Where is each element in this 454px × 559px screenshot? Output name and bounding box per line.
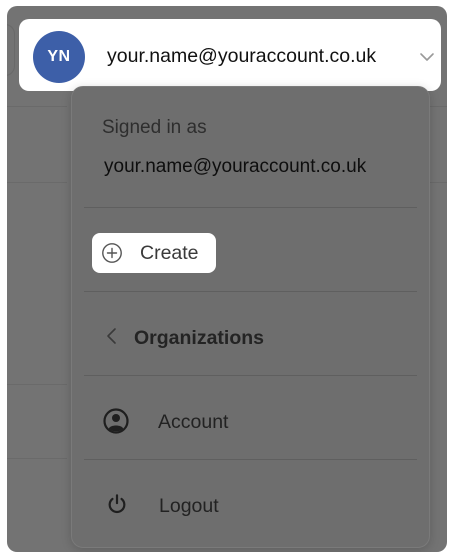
background-divider — [7, 182, 67, 183]
user-circle-icon — [103, 408, 129, 434]
screen-frame: YN your.name@youraccount.co.uk Signed in… — [7, 6, 447, 552]
create-label: Create — [140, 242, 199, 264]
menu-item-account[interactable]: Account — [84, 391, 417, 451]
menu-divider — [84, 375, 417, 376]
signed-in-email: your.name@youraccount.co.uk — [104, 156, 367, 177]
menu-item-label: Account — [158, 411, 229, 433]
chevron-down-icon — [420, 53, 434, 61]
menu-divider — [84, 291, 417, 292]
background-divider — [7, 106, 67, 107]
background-divider — [7, 458, 67, 459]
menu-item-label: Organizations — [134, 327, 265, 349]
background-divider — [7, 384, 67, 385]
chevron-left-icon — [107, 328, 116, 344]
menu-item-logout[interactable]: Logout — [84, 475, 417, 535]
account-email: your.name@youraccount.co.uk — [107, 45, 377, 67]
menu-divider — [84, 207, 417, 208]
menu-item-organizations[interactable]: Organizations — [84, 307, 417, 367]
avatar: YN — [33, 31, 85, 83]
account-switcher[interactable]: YN your.name@youraccount.co.uk — [19, 19, 441, 91]
menu-divider — [84, 459, 417, 460]
background-panel — [7, 24, 15, 76]
power-icon — [108, 494, 126, 514]
signed-in-label: Signed in as — [102, 117, 207, 138]
create-button[interactable]: Create — [92, 233, 216, 273]
account-menu: Signed in as your.name@youraccount.co.uk… — [71, 86, 430, 548]
menu-item-label: Logout — [159, 495, 219, 517]
plus-circle-icon — [102, 243, 122, 263]
